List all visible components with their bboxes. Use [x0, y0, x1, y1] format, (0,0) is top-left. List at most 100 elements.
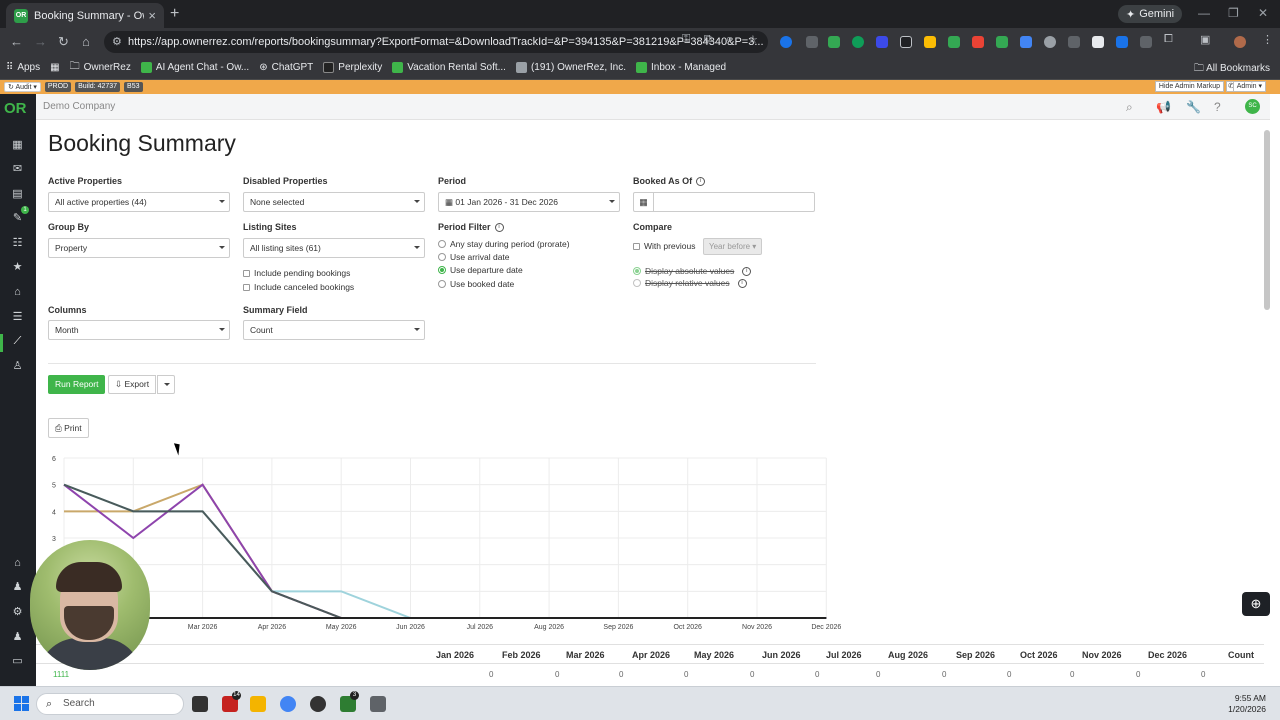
- column-header[interactable]: Count: [1228, 650, 1254, 660]
- ownerrez-logo[interactable]: OR: [4, 100, 27, 117]
- address-bar[interactable]: ⚙ https://app.ownerrez.com/reports/booki…: [104, 31, 768, 53]
- info-icon[interactable]: i: [494, 223, 504, 233]
- extension-icon[interactable]: [852, 36, 864, 48]
- back-icon[interactable]: ←: [10, 34, 23, 49]
- display-absolute-radio[interactable]: Display absolute values i: [633, 266, 752, 276]
- extension-icon[interactable]: [1068, 36, 1080, 48]
- windows-start-icon[interactable]: [14, 696, 29, 711]
- column-header[interactable]: Mar 2026: [566, 650, 605, 660]
- extensions-puzzle-icon[interactable]: ⧠: [1164, 33, 1173, 46]
- forward-icon[interactable]: →: [34, 34, 47, 49]
- radio-button[interactable]: [633, 279, 641, 287]
- column-header[interactable]: Jun 2026: [762, 650, 801, 660]
- team-icon[interactable]: ♟: [11, 632, 24, 643]
- info-icon[interactable]: i: [737, 278, 747, 288]
- column-header[interactable]: Aug 2026: [888, 650, 928, 660]
- row-property-link[interactable]: 1111: [53, 670, 69, 679]
- extension-icon[interactable]: [1092, 36, 1104, 48]
- properties-house-icon[interactable]: ⌂: [11, 558, 24, 569]
- system-clock[interactable]: 9:55 AM 1/20/2026: [1228, 693, 1266, 715]
- bookmark-perplexity[interactable]: Perplexity: [323, 62, 382, 73]
- display-relative-radio[interactable]: Display relative values i: [633, 278, 747, 288]
- site-info-icon[interactable]: ⚙: [112, 35, 122, 48]
- bookmark-apps[interactable]: ⠿ Apps: [6, 62, 40, 73]
- bookmark-star-icon[interactable]: ☆: [748, 33, 758, 46]
- calculator-icon[interactable]: [370, 696, 386, 712]
- screen-zoom-icon[interactable]: ⊕: [1242, 592, 1270, 616]
- browser-tab[interactable]: OR Booking Summary - OwnerRez ×: [6, 3, 164, 28]
- column-header[interactable]: Apr 2026: [632, 650, 670, 660]
- column-header[interactable]: Jan 2026: [436, 650, 474, 660]
- minimize-icon[interactable]: —: [1198, 6, 1210, 20]
- settings-gear-icon[interactable]: ⚙: [11, 607, 24, 618]
- people-icon[interactable]: ♟: [11, 582, 24, 593]
- contacts-icon[interactable]: ☷: [11, 238, 24, 249]
- admin-dropdown[interactable]: Admin ▾: [1232, 81, 1266, 92]
- calendar-icon[interactable]: ▦: [11, 140, 24, 151]
- radio-button[interactable]: [438, 280, 446, 288]
- password-key-icon[interactable]: ⚿: [682, 33, 690, 46]
- announcements-megaphone-icon[interactable]: 📢: [1156, 100, 1171, 114]
- extension-icon[interactable]: [996, 36, 1008, 48]
- print-button[interactable]: ⎙ Print: [48, 418, 89, 438]
- close-tab-icon[interactable]: ×: [148, 8, 156, 23]
- period-filter-option[interactable]: Use booked date: [438, 279, 514, 289]
- disabled-properties-select[interactable]: None selected: [243, 192, 425, 212]
- zoom-icon[interactable]: ⌕: [726, 33, 732, 46]
- bookmark-ownerrez-inc[interactable]: (191) OwnerRez, Inc.: [515, 62, 626, 73]
- period-select[interactable]: ▦ 01 Jan 2026 - 31 Dec 2026: [438, 192, 620, 212]
- period-filter-option[interactable]: Any stay during period (prorate): [438, 239, 570, 249]
- run-report-button[interactable]: Run Report: [48, 375, 106, 394]
- booked-as-of-input[interactable]: ▦: [633, 192, 815, 212]
- extension-icon[interactable]: [1116, 36, 1128, 48]
- bookmark-grid[interactable]: ▦: [50, 62, 59, 73]
- maximize-icon[interactable]: ❐: [1228, 6, 1239, 20]
- new-tab-icon[interactable]: +: [170, 5, 179, 23]
- bookmark-ownerrez-folder[interactable]: 🗀 OwnerRez: [70, 59, 131, 76]
- install-app-icon[interactable]: ⧉: [704, 33, 712, 46]
- messages-icon[interactable]: ✎: [11, 213, 24, 224]
- column-header[interactable]: Oct 2026: [1020, 650, 1058, 660]
- extension-icon[interactable]: [948, 36, 960, 48]
- help-icon[interactable]: ?: [1214, 100, 1221, 114]
- info-icon[interactable]: i: [696, 177, 706, 187]
- profile-avatar-icon[interactable]: [1234, 36, 1246, 48]
- include-canceled-checkbox[interactable]: Include canceled bookings: [243, 282, 354, 292]
- group-by-select[interactable]: Property: [48, 238, 230, 258]
- close-window-icon[interactable]: ✕: [1258, 6, 1268, 20]
- radio-button[interactable]: [438, 240, 446, 248]
- extension-icon[interactable]: [780, 36, 792, 48]
- app-icon[interactable]: [310, 696, 326, 712]
- taskbar-search[interactable]: ⌕ Search: [36, 693, 184, 715]
- include-pending-checkbox[interactable]: Include pending bookings: [243, 268, 350, 278]
- bookmark-ai-agent[interactable]: AI Agent Chat - Ow...: [140, 62, 249, 73]
- extension-icon[interactable]: [876, 36, 888, 48]
- browser-menu-icon[interactable]: ⋮: [1262, 33, 1273, 46]
- radio-button-selected[interactable]: [438, 266, 446, 274]
- listing-sites-select[interactable]: All listing sites (61): [243, 238, 425, 258]
- extension-icon[interactable]: [806, 36, 818, 48]
- period-filter-option[interactable]: Use departure date: [438, 265, 523, 275]
- chrome-icon[interactable]: [280, 696, 296, 712]
- radio-button[interactable]: [438, 253, 446, 261]
- extension-icon[interactable]: [1044, 36, 1056, 48]
- bookmark-chatgpt[interactable]: ⊛ ChatGPT: [259, 62, 313, 73]
- hide-admin-markup-button[interactable]: Hide Admin Markup: [1154, 81, 1224, 92]
- radio-button-selected[interactable]: [633, 267, 641, 275]
- checkbox-box[interactable]: [633, 242, 640, 250]
- side-panel-icon[interactable]: ▣: [1200, 33, 1210, 46]
- export-button[interactable]: ⇩ Export: [108, 375, 157, 394]
- extension-icon[interactable]: [828, 36, 840, 48]
- checkbox-box[interactable]: [243, 283, 250, 291]
- extension-icon[interactable]: [900, 36, 912, 48]
- column-header[interactable]: Jul 2026: [826, 650, 862, 660]
- summary-field-select[interactable]: Count: [243, 320, 425, 340]
- gemini-button[interactable]: ✦ Gemini: [1118, 5, 1183, 23]
- bank-icon[interactable]: ⌂: [11, 287, 24, 298]
- year-before-select[interactable]: Year before ▾: [703, 238, 763, 255]
- inbox-icon[interactable]: ✉: [11, 164, 24, 175]
- with-previous-checkbox[interactable]: With previous: [633, 241, 696, 251]
- export-options-dropdown[interactable]: [157, 375, 175, 394]
- extension-icon[interactable]: [1140, 36, 1152, 48]
- task-view-icon[interactable]: [192, 696, 208, 712]
